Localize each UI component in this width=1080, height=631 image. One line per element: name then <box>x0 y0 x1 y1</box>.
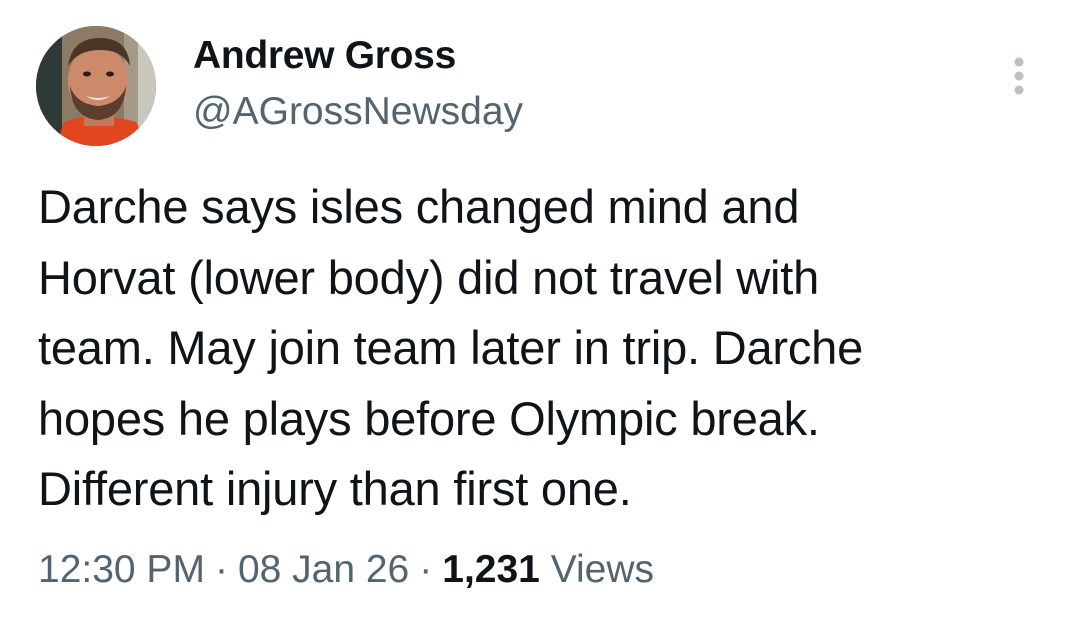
tweet-date[interactable]: 08 Jan 26 <box>238 548 409 591</box>
views-label[interactable]: Views <box>551 548 654 591</box>
author-block: Andrew Gross @AGrossNewsday <box>193 30 523 138</box>
author-display-name[interactable]: Andrew Gross <box>193 30 523 82</box>
views-count[interactable]: 1,231 <box>442 548 540 591</box>
tweet-card: Andrew Gross @AGrossNewsday Darche says … <box>0 0 1080 631</box>
tweet-text: Darche says isles changed mind and Horva… <box>38 180 864 515</box>
author-handle[interactable]: @AGrossNewsday <box>193 86 523 138</box>
meta-separator: · <box>214 548 228 591</box>
avatar-image <box>36 26 156 146</box>
avatar[interactable] <box>36 26 156 146</box>
tweet-meta: 12:30 PM · 08 Jan 26 · 1,231 Views <box>38 541 654 599</box>
more-options-button[interactable] <box>1004 54 1034 98</box>
tweet-time[interactable]: 12:30 PM <box>38 548 205 591</box>
meta-separator: · <box>419 548 433 591</box>
more-vertical-icon <box>1014 57 1024 95</box>
